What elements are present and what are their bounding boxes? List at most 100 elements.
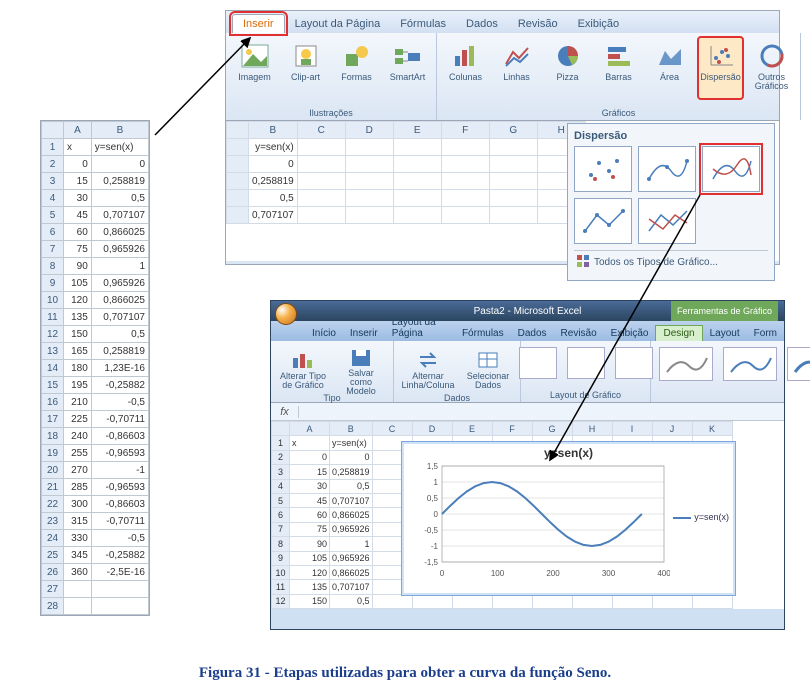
row-header[interactable]: 10: [42, 292, 64, 309]
cell[interactable]: 180: [64, 360, 92, 377]
btn-smartart[interactable]: SmartArt: [385, 37, 430, 99]
cell[interactable]: 195: [64, 377, 92, 394]
scatter-opt-markers[interactable]: [574, 146, 632, 192]
cell[interactable]: 30: [64, 190, 92, 207]
cell[interactable]: 0: [91, 156, 148, 173]
cell[interactable]: 255: [64, 445, 92, 462]
row-header[interactable]: 21: [42, 479, 64, 496]
btn-selecionar-dados[interactable]: Selecionar Dados: [462, 345, 514, 391]
cell[interactable]: 1,23E-16: [91, 360, 148, 377]
style-thumb[interactable]: [723, 347, 777, 381]
cell[interactable]: -0,5: [91, 530, 148, 547]
tab-formatar[interactable]: Form: [747, 326, 784, 341]
cell[interactable]: -0,5: [91, 394, 148, 411]
cell[interactable]: -0,96593: [91, 479, 148, 496]
btn-alterar-tipo[interactable]: Alterar Tipo de Gráfico: [277, 345, 329, 391]
row-header[interactable]: 1: [42, 139, 64, 156]
cell[interactable]: 300: [64, 496, 92, 513]
cell[interactable]: 270: [64, 462, 92, 479]
cell[interactable]: 120: [64, 292, 92, 309]
cell[interactable]: y=sen(x): [91, 139, 148, 156]
cell[interactable]: 315: [64, 513, 92, 530]
row-header[interactable]: 18: [42, 428, 64, 445]
tab-formulas[interactable]: Fórmulas: [455, 326, 511, 341]
tab-formulas[interactable]: Fórmulas: [390, 15, 456, 33]
row-header[interactable]: 9: [42, 275, 64, 292]
cell[interactable]: -0,25882: [91, 377, 148, 394]
row-header[interactable]: 3: [42, 173, 64, 190]
cell[interactable]: 345: [64, 547, 92, 564]
row-header[interactable]: 14: [42, 360, 64, 377]
cell[interactable]: 1: [91, 258, 148, 275]
row-header[interactable]: 16: [42, 394, 64, 411]
cell[interactable]: 0,866025: [91, 224, 148, 241]
cell[interactable]: 0: [64, 156, 92, 173]
office-button[interactable]: [275, 303, 297, 325]
cell[interactable]: 0,258819: [91, 343, 148, 360]
row-header[interactable]: 6: [42, 224, 64, 241]
cell[interactable]: 0,965926: [91, 241, 148, 258]
cell[interactable]: 60: [64, 224, 92, 241]
btn-formas[interactable]: Formas: [334, 37, 379, 99]
col-B[interactable]: B: [91, 122, 148, 139]
cell[interactable]: 240: [64, 428, 92, 445]
cell[interactable]: 285: [64, 479, 92, 496]
cell[interactable]: 225: [64, 411, 92, 428]
cell[interactable]: 0,5: [91, 190, 148, 207]
cell[interactable]: 165: [64, 343, 92, 360]
cell[interactable]: [91, 581, 148, 598]
cell[interactable]: 105: [64, 275, 92, 292]
btn-dispersao[interactable]: Dispersão: [698, 37, 743, 99]
cell[interactable]: 150: [64, 326, 92, 343]
row-header[interactable]: 22: [42, 496, 64, 513]
cell[interactable]: 90: [64, 258, 92, 275]
cell[interactable]: -0,25882: [91, 547, 148, 564]
cell[interactable]: 0,258819: [91, 173, 148, 190]
cell[interactable]: -0,96593: [91, 445, 148, 462]
cell[interactable]: 0,866025: [91, 292, 148, 309]
scatter-opt-smooth-lines[interactable]: [702, 146, 760, 192]
corner-cell[interactable]: [42, 122, 64, 139]
cell[interactable]: 45: [64, 207, 92, 224]
btn-colunas[interactable]: Colunas: [443, 37, 488, 99]
row-header[interactable]: 12: [42, 326, 64, 343]
cell[interactable]: -0,70711: [91, 513, 148, 530]
tab-layout-pagina[interactable]: Layout da Página: [285, 15, 391, 33]
cell[interactable]: -0,86603: [91, 428, 148, 445]
cell[interactable]: -1: [91, 462, 148, 479]
cell[interactable]: [64, 581, 92, 598]
cell[interactable]: -0,70711: [91, 411, 148, 428]
cell[interactable]: 75: [64, 241, 92, 258]
cell[interactable]: 135: [64, 309, 92, 326]
btn-linhas[interactable]: Linhas: [494, 37, 539, 99]
row-header[interactable]: 27: [42, 581, 64, 598]
cell[interactable]: [64, 598, 92, 615]
btn-salvar-modelo[interactable]: Salvar como Modelo: [335, 345, 387, 391]
row-header[interactable]: 7: [42, 241, 64, 258]
cell[interactable]: 330: [64, 530, 92, 547]
data-table[interactable]: A B 1xy=sen(x)2003150,2588194300,55450,7…: [41, 121, 149, 615]
row-header[interactable]: 5: [42, 207, 64, 224]
style-thumb[interactable]: [787, 347, 810, 381]
row-header[interactable]: 24: [42, 530, 64, 547]
cell[interactable]: 0,5: [91, 326, 148, 343]
col-A[interactable]: A: [64, 122, 92, 139]
btn-barras[interactable]: Barras: [596, 37, 641, 99]
btn-pizza[interactable]: Pizza: [545, 37, 590, 99]
tab-inicio[interactable]: Início: [305, 326, 343, 341]
row-header[interactable]: 23: [42, 513, 64, 530]
cell[interactable]: 0,707107: [91, 207, 148, 224]
cell[interactable]: 0,965926: [91, 275, 148, 292]
row-header[interactable]: 17: [42, 411, 64, 428]
tab-inserir[interactable]: Inserir: [343, 326, 385, 341]
cell[interactable]: 0,707107: [91, 309, 148, 326]
btn-clipart[interactable]: Clip-art: [283, 37, 328, 99]
row-header[interactable]: 2: [42, 156, 64, 173]
tab-revisao[interactable]: Revisão: [508, 15, 568, 33]
row-header[interactable]: 13: [42, 343, 64, 360]
cell[interactable]: x: [64, 139, 92, 156]
cell[interactable]: 210: [64, 394, 92, 411]
tab-dados[interactable]: Dados: [456, 15, 508, 33]
row-header[interactable]: 15: [42, 377, 64, 394]
tab-exibicao[interactable]: Exibição: [568, 15, 630, 33]
